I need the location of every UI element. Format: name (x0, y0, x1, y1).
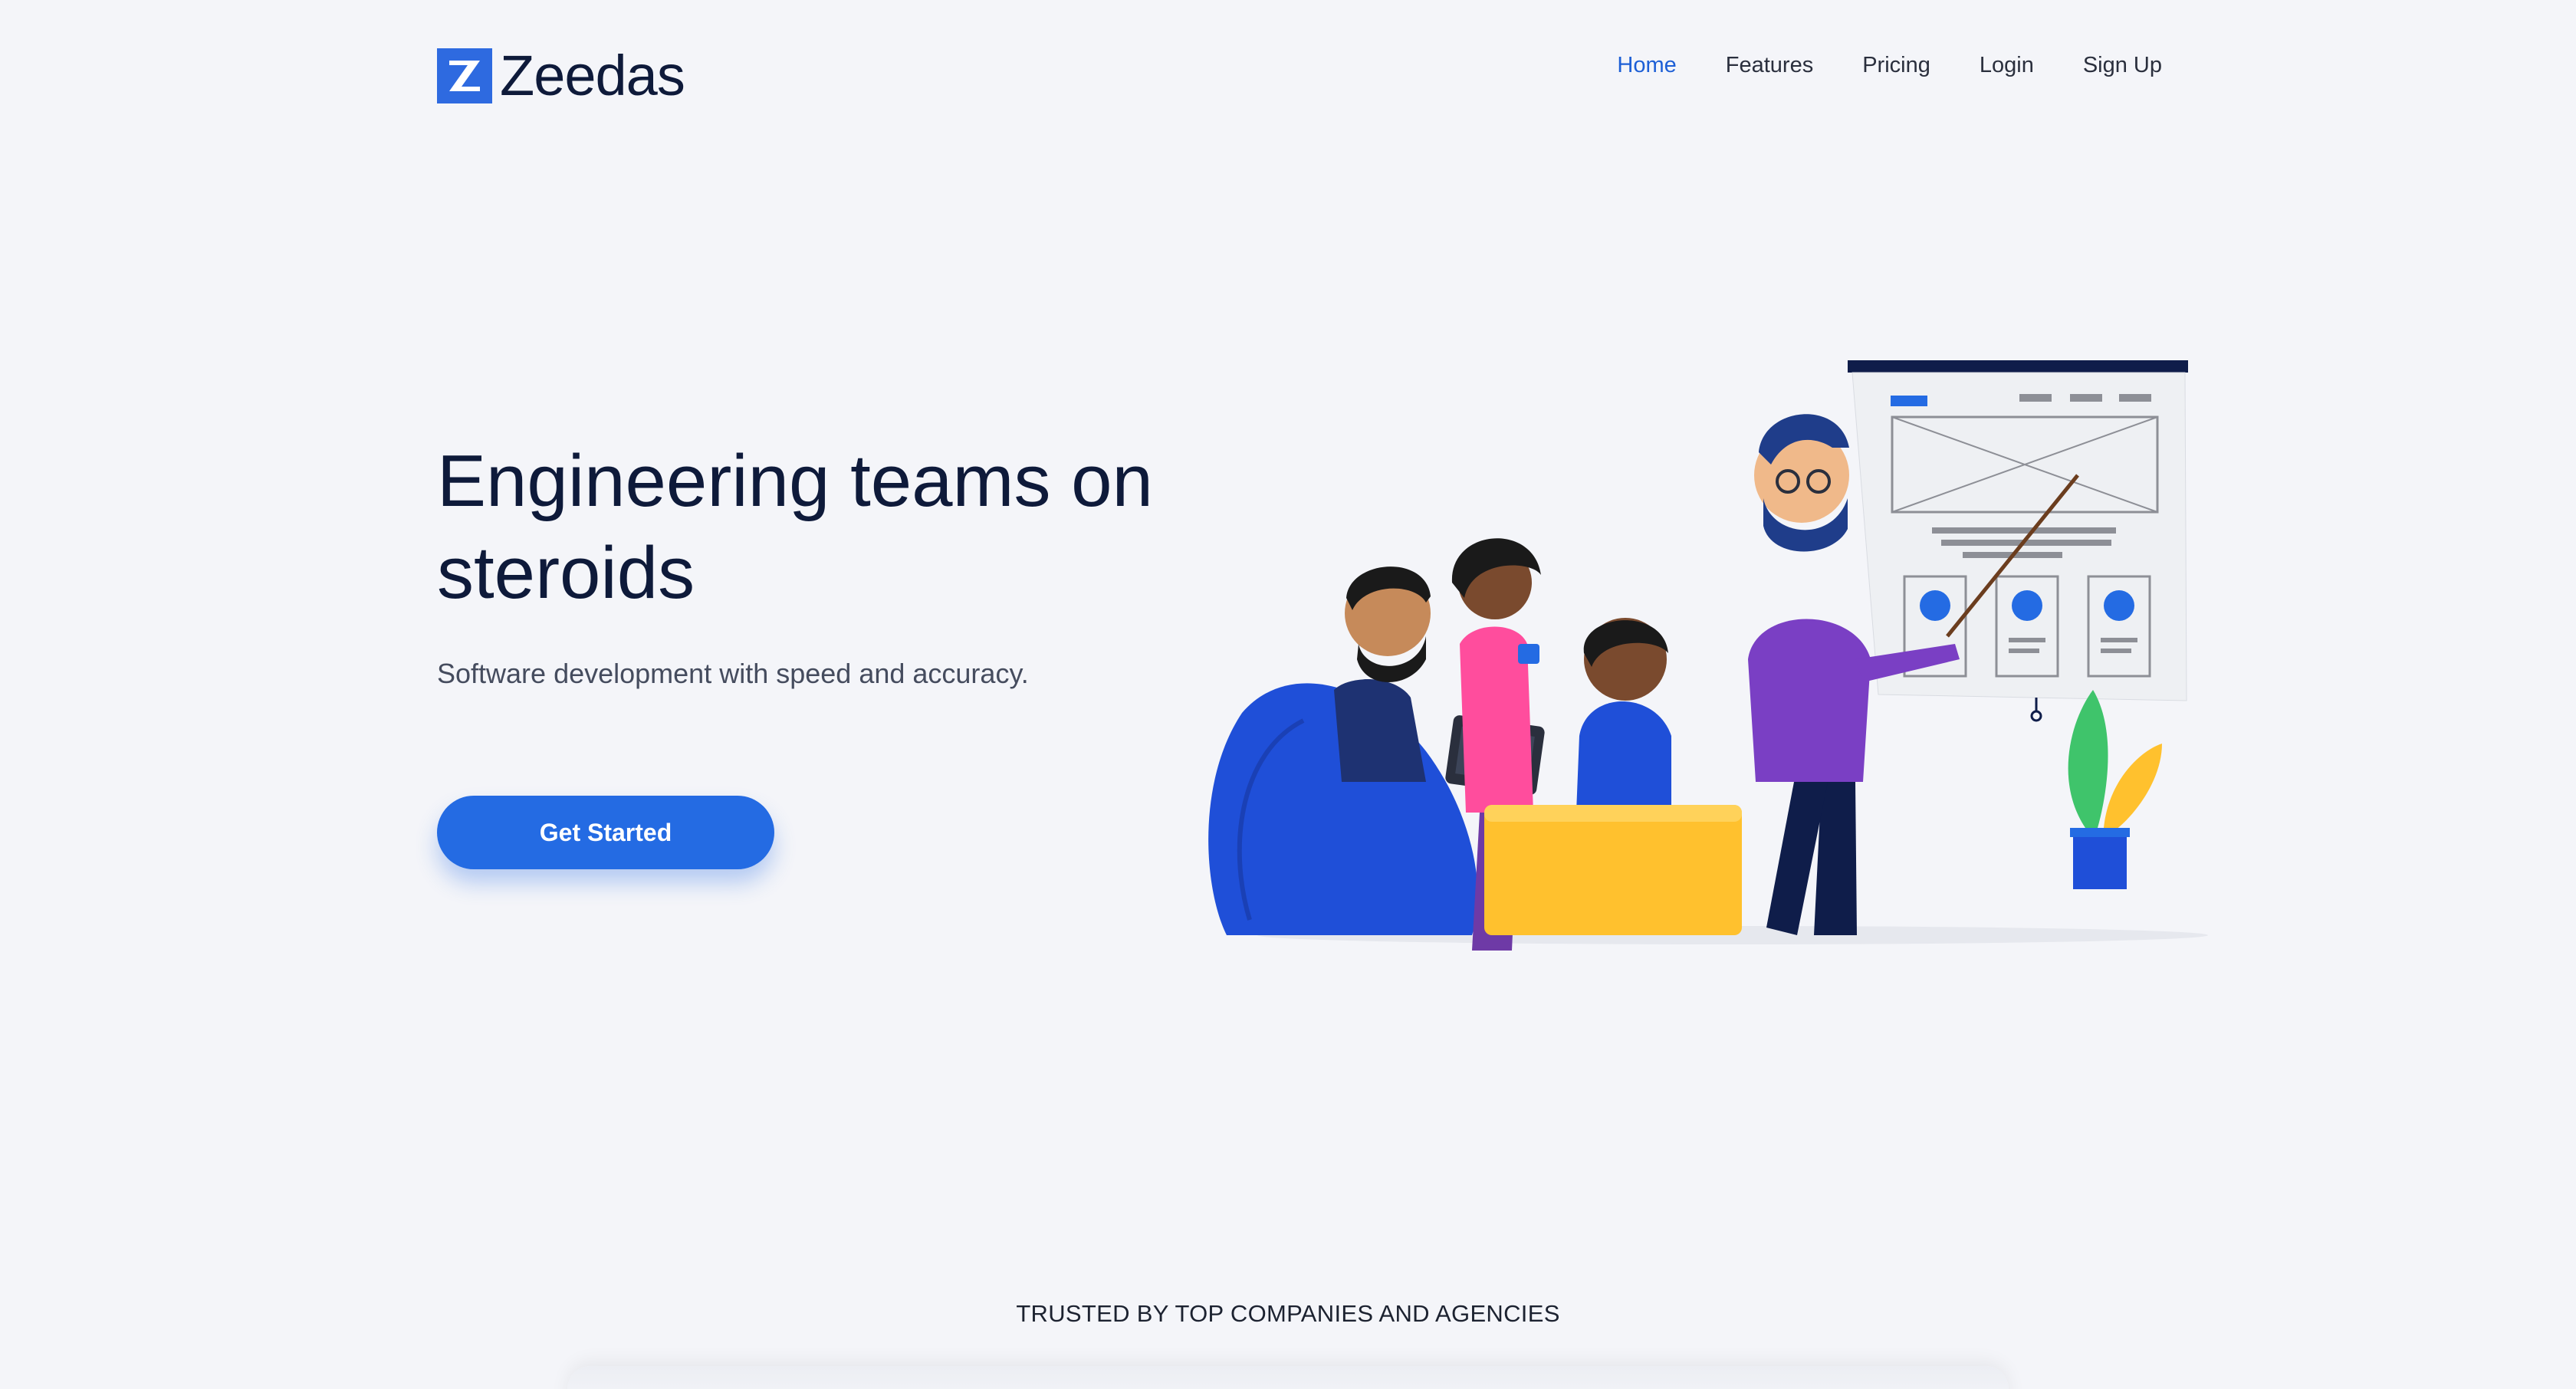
hero-subtitle: Software development with speed and accu… (437, 658, 1029, 689)
zeedas-logo-icon (437, 48, 492, 103)
team-meeting-illustration (1208, 360, 2208, 951)
yellow-cube (1484, 805, 1742, 935)
company-logos-strip (567, 1366, 2009, 1389)
nav-home[interactable]: Home (1617, 53, 1676, 78)
hero-title: Engineering teams on steroids (437, 440, 1153, 614)
main-nav: Home Features Pricing Login Sign Up (1617, 46, 2162, 84)
potted-plant (2068, 690, 2162, 889)
brand-name: Zeedas (500, 44, 685, 107)
cube-man (1576, 618, 1671, 813)
brand-logo[interactable]: Zeedas (437, 43, 685, 108)
nav-features[interactable]: Features (1726, 53, 1813, 78)
nav-sign-up[interactable]: Sign Up (2083, 53, 2162, 78)
nav-login[interactable]: Login (1980, 53, 2034, 78)
get-started-button[interactable]: Get Started (437, 796, 774, 869)
nav-pricing[interactable]: Pricing (1862, 53, 1930, 78)
trusted-heading: TRUSTED BY TOP COMPANIES AND AGENCIES (1016, 1300, 1560, 1327)
